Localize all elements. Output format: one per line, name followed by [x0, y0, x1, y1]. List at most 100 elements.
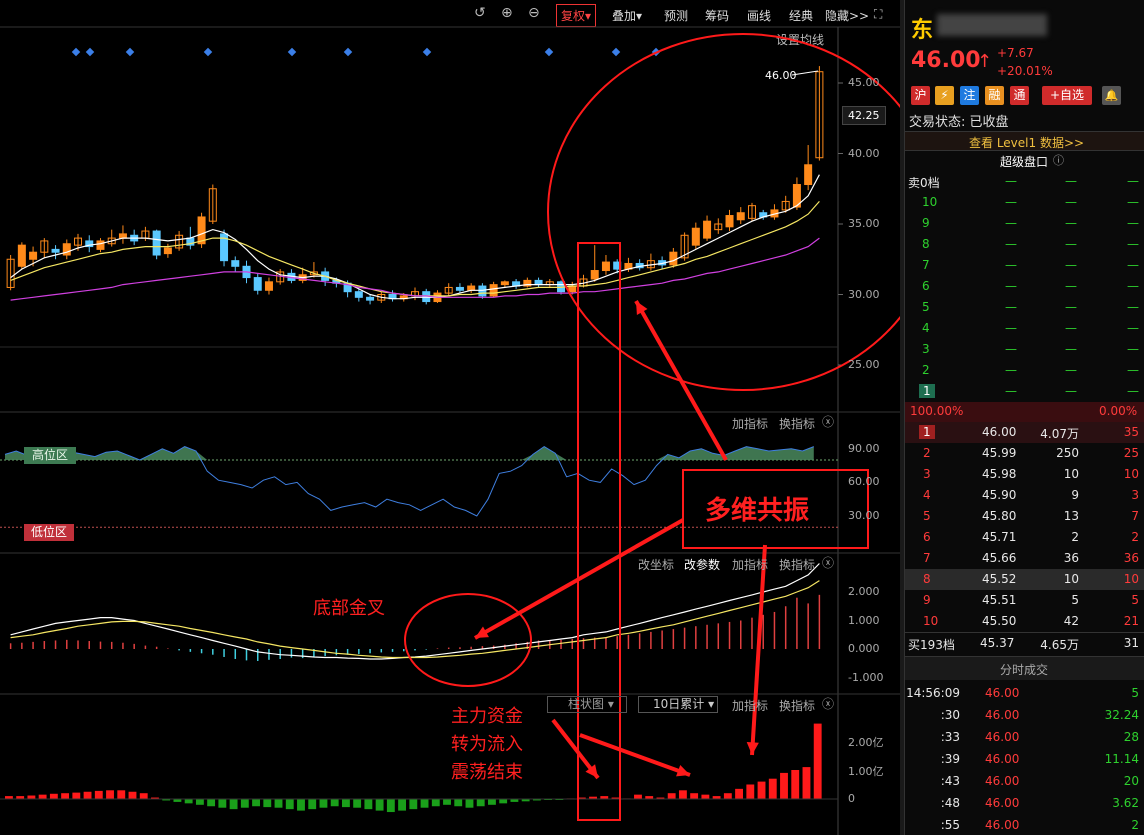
- level1-link[interactable]: 查看 Level1 数据>>: [969, 134, 1084, 151]
- buy-level-row[interactable]: 10 45.50 42 21: [905, 611, 1144, 632]
- empty-cell: —: [1005, 342, 1017, 356]
- buy-level-number: 10: [923, 614, 939, 628]
- ind1-add-button[interactable]: 加指标: [732, 415, 768, 432]
- candle-body: [691, 227, 700, 246]
- buy-level-row[interactable]: 8 45.52 10 10: [905, 569, 1144, 590]
- level1-bar[interactable]: 查看 Level1 数据>>: [905, 131, 1144, 151]
- fund-bar: [139, 793, 148, 799]
- signal-diamond-icon: [71, 47, 81, 57]
- fund-bar: [667, 793, 676, 799]
- fund-bar: [701, 794, 710, 799]
- buy-level-number: 5: [923, 509, 931, 523]
- ind3-switch-button[interactable]: 换指标: [779, 697, 815, 714]
- sell-level-row[interactable]: 4 — — —: [905, 318, 1144, 339]
- macd-dif-line: [10, 563, 820, 660]
- ind2-add-button[interactable]: 加指标: [732, 556, 768, 573]
- ind3-close-icon[interactable]: ⓧ: [822, 695, 834, 712]
- trade-price: 46.00: [985, 818, 1020, 832]
- fund-bar: [678, 790, 687, 799]
- resonance-annotation: 多维共振: [705, 496, 810, 526]
- margin-badge[interactable]: 融: [985, 86, 1004, 105]
- ticks-header: 分时成交: [905, 656, 1144, 680]
- fund-bar: [274, 799, 283, 808]
- info-icon[interactable]: ⓘ: [1053, 152, 1064, 168]
- candle-body: [163, 247, 172, 255]
- ind1-close-icon[interactable]: ⓧ: [822, 413, 834, 430]
- buy-level-row[interactable]: 4 45.90 9 3: [905, 485, 1144, 506]
- buy-total-row: 买193档 45.37 4.65万 31: [905, 632, 1144, 653]
- buy-volume: 13: [1063, 509, 1079, 523]
- sell-level-row[interactable]: 2 — — —: [905, 360, 1144, 381]
- buy-level-row[interactable]: 1 46.00 4.07万 35: [905, 422, 1144, 443]
- current-price-tag: 42.25: [842, 106, 886, 125]
- empty-cell: —: [1065, 237, 1077, 251]
- empty-cell: —: [1005, 174, 1017, 188]
- register-badge[interactable]: 注: [960, 86, 979, 105]
- sell-level-row[interactable]: 3 — — —: [905, 339, 1144, 360]
- fund-bar: [117, 790, 126, 799]
- buy-level-row[interactable]: 9 45.51 5 5: [905, 590, 1144, 611]
- add-favorite-button[interactable]: +自选: [1042, 86, 1092, 105]
- sell-level-row[interactable]: 8 — — —: [905, 234, 1144, 255]
- low-zone-label: 低位区: [24, 524, 74, 541]
- fund-bar: [184, 799, 193, 804]
- ind2-coord-button[interactable]: 改坐标: [638, 556, 674, 573]
- connect-badge[interactable]: 通: [1010, 86, 1029, 105]
- sh-badge[interactable]: 沪: [911, 86, 930, 105]
- buy-volume: 10: [1063, 572, 1079, 586]
- period-select[interactable]: 10日累计 ▾: [638, 696, 718, 713]
- sell-level-number: 1: [919, 384, 935, 398]
- alert-bell-icon[interactable]: 🔔: [1102, 86, 1121, 105]
- sell-level-row[interactable]: 1 — — —: [905, 381, 1144, 402]
- signal-diamond-icon: [422, 47, 432, 57]
- ind2-param-button[interactable]: 改参数: [684, 556, 720, 573]
- trade-status: 交易状态: 已收盘: [909, 115, 1009, 130]
- sell-level-row[interactable]: 7 — — —: [905, 255, 1144, 276]
- candle-body: [96, 240, 105, 250]
- sell-level-row[interactable]: 5 — — —: [905, 297, 1144, 318]
- buy-level-row[interactable]: 6 45.71 2 2: [905, 527, 1144, 548]
- sell-level-number: 4: [922, 321, 930, 335]
- fund-bar: [375, 799, 384, 811]
- ind2-close-icon[interactable]: ⓧ: [822, 554, 834, 571]
- sell-level-number: 10: [922, 195, 938, 209]
- buy-volume: 9: [1071, 488, 1079, 502]
- stock-name: 东: [911, 18, 934, 43]
- trade-row: :33 46.00 28: [905, 727, 1144, 748]
- fund-bar: [27, 795, 36, 799]
- candle-body: [478, 285, 487, 297]
- empty-cell: —: [1005, 237, 1017, 251]
- sell-level-row[interactable]: 10 — — —: [905, 192, 1144, 213]
- empty-cell: —: [1065, 342, 1077, 356]
- fund-bar: [499, 799, 508, 804]
- buy-level-row[interactable]: 7 45.66 36 36: [905, 548, 1144, 569]
- empty-cell: —: [1005, 363, 1017, 377]
- buy-level-row[interactable]: 2 45.99 250 25: [905, 443, 1144, 464]
- empty-cell: —: [1065, 300, 1077, 314]
- candle-body: [366, 296, 375, 301]
- ind2-switch-button[interactable]: 换指标: [779, 556, 815, 573]
- buy-level-row[interactable]: 5 45.80 13 7: [905, 506, 1144, 527]
- sell-level-row[interactable]: 9 — — —: [905, 213, 1144, 234]
- empty-cell: —: [1065, 384, 1077, 398]
- chart-area[interactable]: ↺ ⊕ ⊖ 复权▾ 叠加▾ 预测 筹码 画线 经典 隐藏>> ⛶ 设置均线 45…: [0, 0, 900, 835]
- buy-level-row[interactable]: 3 45.98 10 10: [905, 464, 1144, 485]
- buy-orders: 25: [1123, 446, 1139, 460]
- sell-level-row[interactable]: 6 — — —: [905, 276, 1144, 297]
- candle-body: [703, 220, 712, 239]
- price-change: +7.67: [997, 46, 1034, 60]
- ind3-add-button[interactable]: 加指标: [732, 697, 768, 714]
- chart-type-select[interactable]: 柱状图 ▾: [547, 696, 627, 713]
- empty-cell: —: [1127, 258, 1139, 272]
- candle-body: [669, 251, 678, 266]
- flash-icon[interactable]: ⚡: [935, 86, 954, 105]
- trade-time: :39: [940, 752, 960, 766]
- ind1-switch-button[interactable]: 换指标: [779, 415, 815, 432]
- price-tick-label: 45.00: [848, 76, 880, 89]
- ticks-title: 分时成交: [1000, 663, 1049, 677]
- empty-cell: —: [1065, 174, 1077, 188]
- ind3-tick-label: 0: [848, 792, 855, 805]
- stock-price: 46.00: [911, 48, 981, 73]
- buy-total-orders: 31: [1123, 636, 1139, 650]
- super-panel-title: 超级盘口: [1000, 155, 1049, 169]
